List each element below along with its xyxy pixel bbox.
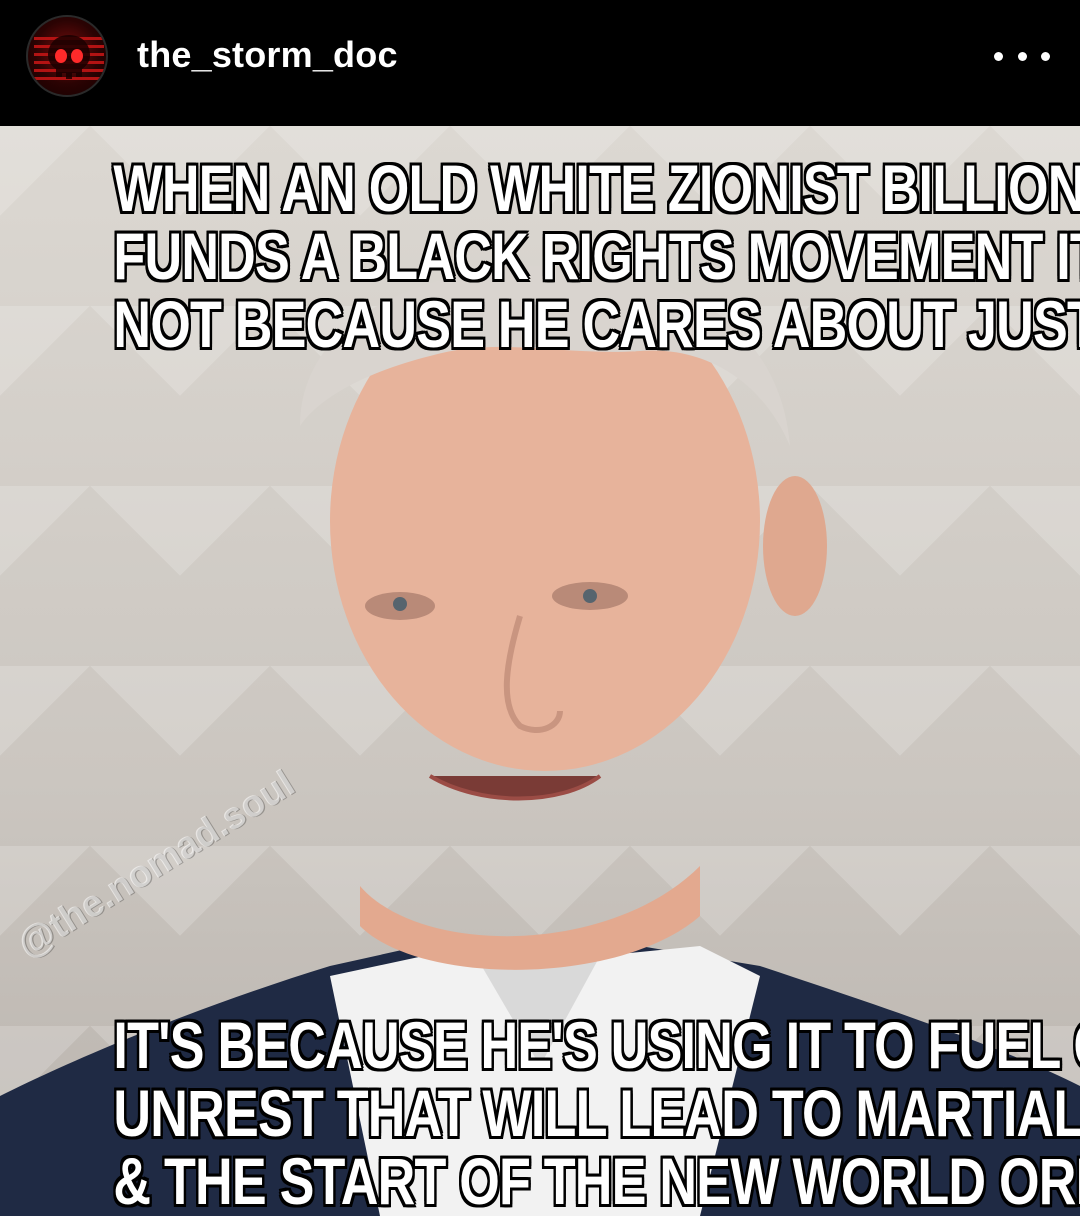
caption-line: FUNDS A BLACK RIGHTS MOVEMENT IT'S xyxy=(113,219,1080,293)
caption-line: WHEN AN OLD WHITE ZIONIST BILLIONAIRE xyxy=(113,151,1080,225)
caption-line: UNREST THAT WILL LEAD TO MARTIAL LAW xyxy=(113,1076,1080,1150)
post-header: the_storm_doc xyxy=(0,0,1080,126)
caption-line: IT'S BECAUSE HE'S USING IT TO FUEL CIVIL xyxy=(113,1008,1080,1082)
more-dot xyxy=(1017,51,1027,61)
username[interactable]: the_storm_doc xyxy=(137,34,398,76)
more-dot xyxy=(1041,51,1050,61)
more-dot xyxy=(994,51,1003,61)
more-options-icon[interactable] xyxy=(994,38,1050,74)
profile-avatar[interactable] xyxy=(26,15,108,97)
caption-line: NOT BECAUSE HE CARES ABOUT JUSTICE xyxy=(113,287,1080,361)
bottom-caption: IT'S BECAUSE HE'S USING IT TO FUEL CIVIL… xyxy=(113,1008,1080,1216)
caption-line: & THE START OF THE NEW WORLD ORDER xyxy=(113,1144,1080,1216)
top-caption: WHEN AN OLD WHITE ZIONIST BILLIONAIRE FU… xyxy=(113,151,1080,361)
skull-flag-icon xyxy=(34,35,104,80)
post-image[interactable]: @the.nomad.soul WHEN AN OLD WHITE ZIONIS… xyxy=(0,126,1080,1216)
